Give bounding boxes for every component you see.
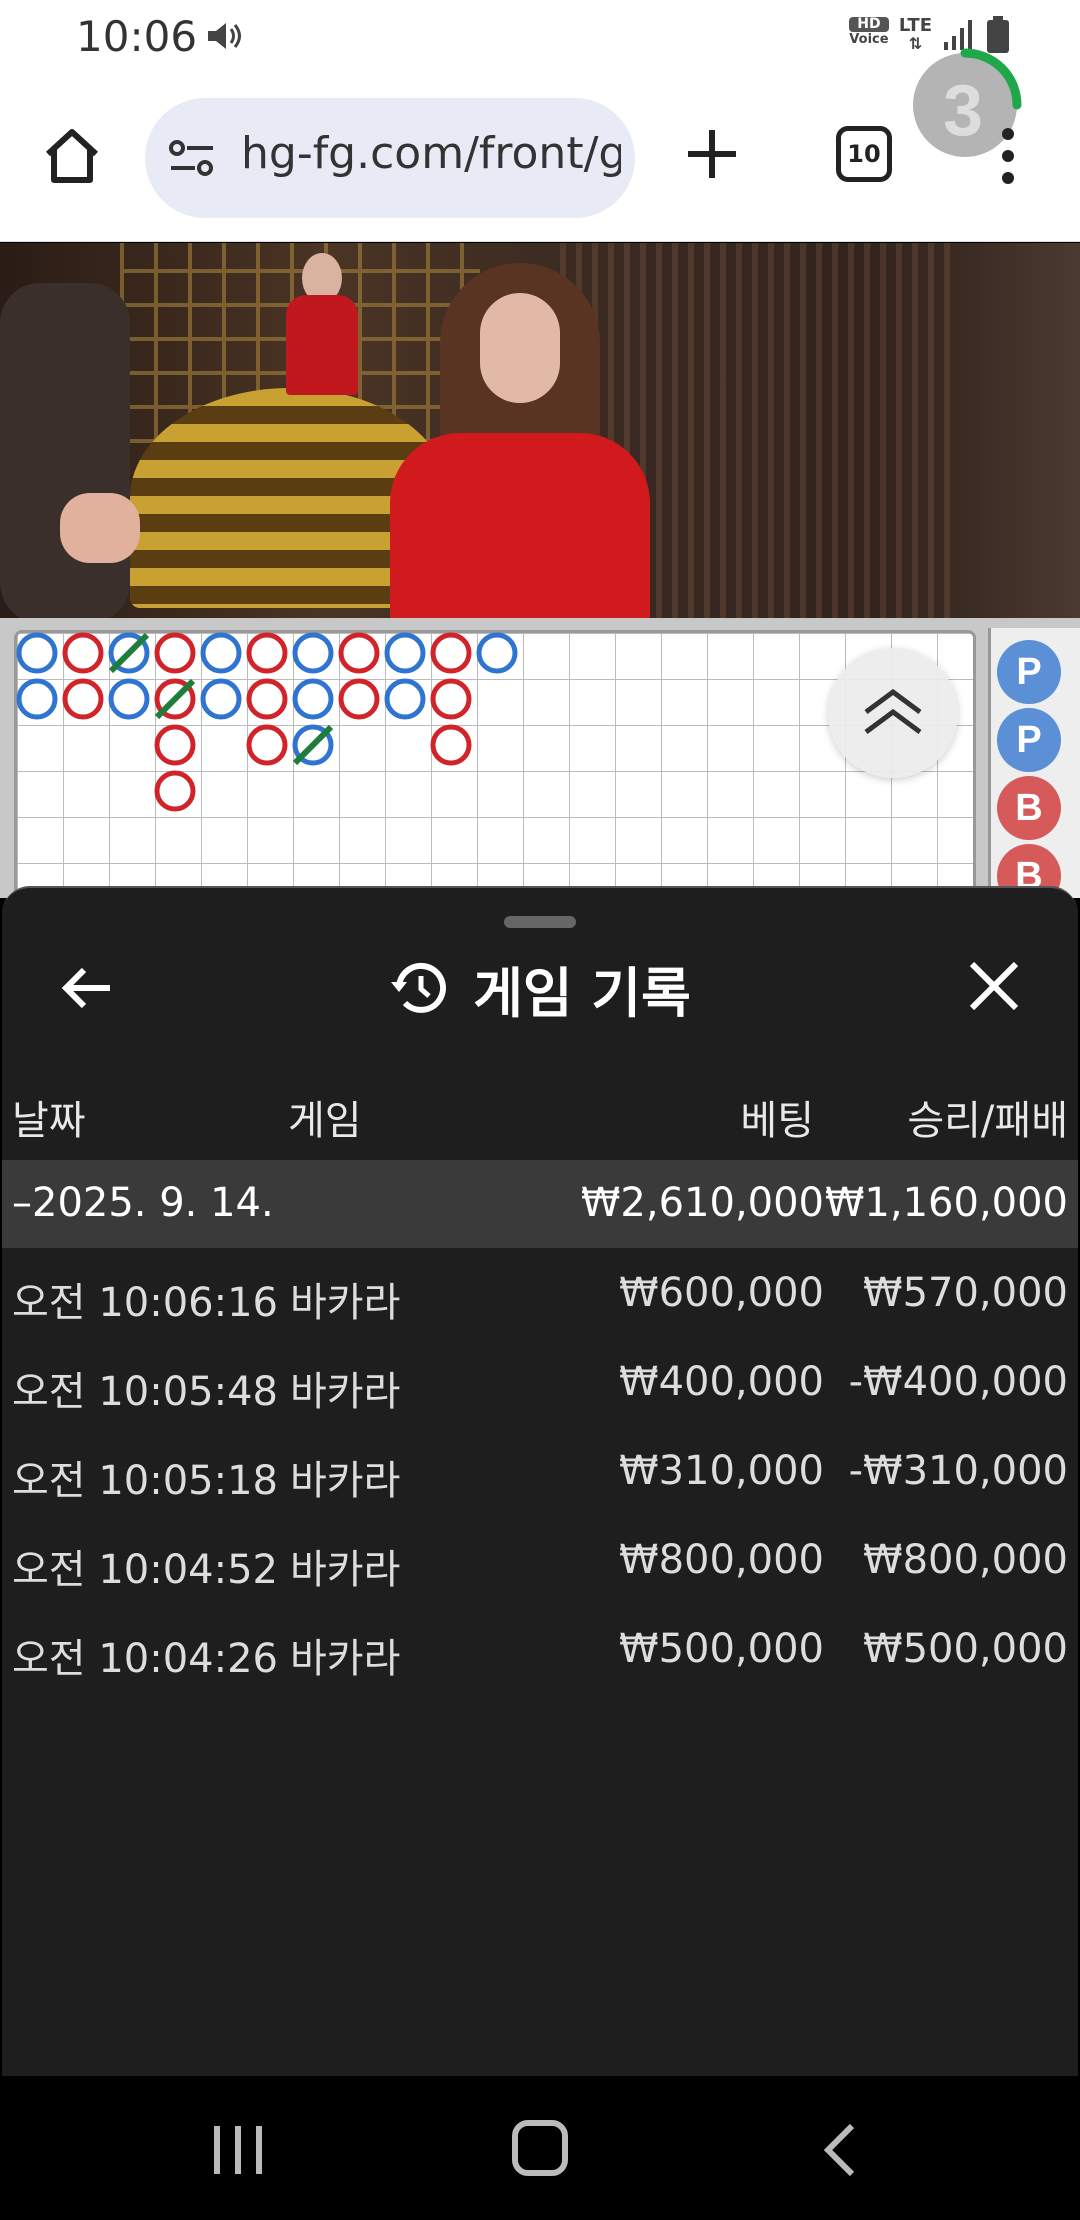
banker-bead bbox=[154, 724, 196, 766]
left-dealer-arm bbox=[60, 493, 140, 563]
side-bead-road: P P B B bbox=[988, 628, 1080, 898]
column-header-bet: 베팅 bbox=[740, 1098, 814, 1144]
voice-label: Voice bbox=[849, 32, 889, 47]
side-bead: P bbox=[997, 640, 1061, 704]
back-nav-icon[interactable] bbox=[820, 2122, 860, 2178]
table-row[interactable]: 오전 10:04:52 바카라 ₩800,000 ₩800,000 bbox=[2, 1515, 1078, 1604]
record-time: 오전 10:04:52 bbox=[12, 1547, 278, 1593]
banker-bead bbox=[430, 678, 472, 720]
close-icon[interactable] bbox=[966, 958, 1022, 1014]
record-bet: ₩500,000 bbox=[619, 1626, 824, 1672]
sheet-title: 게임 기록 bbox=[473, 961, 691, 1025]
sound-icon bbox=[208, 23, 241, 49]
main-dealer-figure bbox=[390, 263, 650, 618]
record-game: 바카라 bbox=[290, 1458, 401, 1504]
sheet-header: 게임 기록 bbox=[2, 948, 1078, 1028]
column-header-game: 게임 bbox=[288, 1098, 362, 1144]
system-navigation-bar bbox=[0, 2076, 1080, 2220]
player-bead bbox=[292, 632, 334, 674]
status-time: 10:06 bbox=[76, 12, 198, 61]
player-bead bbox=[292, 678, 334, 720]
hd-label: HD bbox=[848, 17, 889, 32]
record-win-loss: ₩800,000 bbox=[863, 1537, 1068, 1583]
banker-bead bbox=[246, 724, 288, 766]
hd-voice-indicator: HD Voice bbox=[848, 17, 889, 53]
record-win-loss: ₩570,000 bbox=[863, 1270, 1068, 1316]
history-icon bbox=[391, 962, 447, 1013]
record-bet: ₩800,000 bbox=[619, 1537, 824, 1583]
player-bead bbox=[476, 632, 518, 674]
record-win-loss: ₩500,000 bbox=[863, 1626, 1068, 1672]
record-bet: ₩310,000 bbox=[619, 1448, 824, 1494]
date-group-label: –2025. 9. 14. bbox=[12, 1180, 274, 1226]
player-bead bbox=[384, 678, 426, 720]
sheet-drag-handle[interactable] bbox=[504, 916, 576, 928]
table-row[interactable]: 오전 10:05:18 바카라 ₩310,000 -₩310,000 bbox=[2, 1426, 1078, 1515]
record-time: 오전 10:05:48 bbox=[12, 1369, 278, 1415]
url-bar[interactable]: hg-fg.com/front/g bbox=[145, 98, 635, 218]
player-bead bbox=[108, 678, 150, 720]
record-game: 바카라 bbox=[290, 1369, 401, 1415]
countdown-number: 3 bbox=[942, 71, 984, 151]
plus-icon[interactable] bbox=[684, 126, 740, 182]
column-header-win-loss: 승리/패배 bbox=[907, 1098, 1068, 1144]
tune-icon[interactable] bbox=[167, 136, 217, 180]
banker-bead bbox=[430, 724, 472, 766]
expand-roadmap-button[interactable] bbox=[828, 648, 958, 778]
record-bet: ₩400,000 bbox=[619, 1359, 824, 1405]
record-time: 오전 10:05:18 bbox=[12, 1458, 278, 1504]
banker-bead bbox=[246, 632, 288, 674]
date-group-bet-total: ₩2,610,000 bbox=[580, 1180, 824, 1226]
record-game: 바카라 bbox=[290, 1636, 401, 1682]
table-row[interactable]: 오전 10:06:16 바카라 ₩600,000 ₩570,000 bbox=[2, 1248, 1078, 1337]
player-bead bbox=[200, 632, 242, 674]
double-chevron-up-icon bbox=[864, 688, 922, 735]
side-bead: P bbox=[997, 708, 1061, 772]
tab-switcher-button[interactable]: 10 bbox=[836, 126, 892, 182]
live-video-stream bbox=[0, 243, 1080, 618]
record-time: 오전 10:04:26 bbox=[12, 1636, 278, 1682]
side-bead: B bbox=[997, 776, 1061, 840]
player-bead bbox=[384, 632, 426, 674]
banker-bead bbox=[62, 632, 104, 674]
banker-bead bbox=[246, 678, 288, 720]
banker-bead bbox=[430, 632, 472, 674]
player-bead bbox=[200, 678, 242, 720]
banker-bead bbox=[338, 678, 380, 720]
table-row[interactable]: 오전 10:05:48 바카라 ₩400,000 -₩400,000 bbox=[2, 1337, 1078, 1426]
left-dealer-figure bbox=[0, 283, 130, 618]
player-bead bbox=[16, 678, 58, 720]
record-game: 바카라 bbox=[290, 1547, 401, 1593]
recents-icon[interactable] bbox=[210, 2124, 266, 2176]
banker-bead bbox=[154, 770, 196, 812]
game-history-sheet: 게임 기록 날짜 게임 베팅 승리/패배 –2025. 9. 14. ₩2,61… bbox=[2, 886, 1078, 2076]
banker-bead bbox=[62, 678, 104, 720]
record-bet: ₩600,000 bbox=[619, 1270, 824, 1316]
date-group-win-loss-total: ₩1,160,000 bbox=[824, 1180, 1068, 1226]
banker-bead bbox=[338, 632, 380, 674]
url-text[interactable]: hg-fg.com/front/g bbox=[241, 128, 621, 179]
network-label: LTE bbox=[898, 15, 932, 36]
player-bead bbox=[16, 632, 58, 674]
record-game: 바카라 bbox=[290, 1280, 401, 1326]
record-win-loss: -₩400,000 bbox=[848, 1359, 1068, 1405]
home-nav-icon[interactable] bbox=[512, 2120, 568, 2176]
date-group-row[interactable]: –2025. 9. 14. ₩2,610,000 ₩1,160,000 bbox=[2, 1160, 1078, 1248]
column-header-date: 날짜 bbox=[12, 1098, 86, 1144]
banker-bead bbox=[154, 632, 196, 674]
record-win-loss: -₩310,000 bbox=[848, 1448, 1068, 1494]
background-dealer-figure bbox=[282, 253, 362, 395]
record-time: 오전 10:06:16 bbox=[12, 1280, 278, 1326]
table-row[interactable]: 오전 10:04:26 바카라 ₩500,000 ₩500,000 bbox=[2, 1604, 1078, 1693]
home-icon[interactable] bbox=[40, 124, 104, 188]
